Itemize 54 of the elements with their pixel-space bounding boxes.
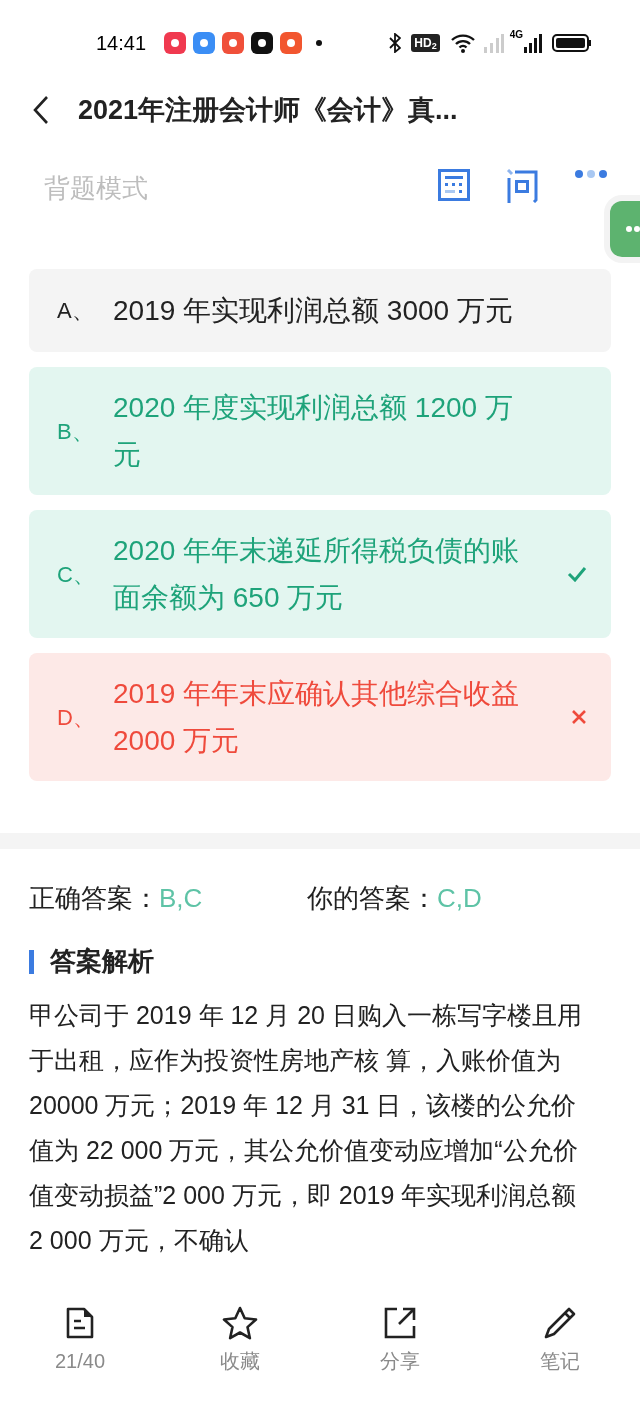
document-icon xyxy=(65,1306,95,1340)
bluetooth-icon xyxy=(389,32,402,53)
your-answer-value: C,D xyxy=(437,882,482,915)
your-answer-label: 你的答案： xyxy=(307,882,437,915)
signal-icon xyxy=(524,32,542,53)
app-icon xyxy=(251,31,274,54)
more-button[interactable] xyxy=(574,169,608,179)
battery-icon xyxy=(552,32,592,53)
calculator-button[interactable] xyxy=(438,169,470,201)
answer-option[interactable]: B、 2020 年度实现利润总额 1200 万元 xyxy=(29,367,611,495)
ask-icon xyxy=(506,169,538,203)
option-text: 2019 年年末应确认其他综合收益 2000 万元 xyxy=(113,677,521,758)
calculator-icon xyxy=(438,169,470,201)
check-icon xyxy=(567,566,587,582)
mode-label: 背题模式 xyxy=(44,172,148,205)
section-heading: 答案解析 xyxy=(50,945,154,978)
ask-button[interactable] xyxy=(506,169,538,203)
notification-dot-icon xyxy=(316,39,323,46)
wifi-icon xyxy=(449,32,476,53)
option-letter: B、 xyxy=(57,417,95,446)
bottom-tab[interactable]: 分享 xyxy=(320,1306,480,1386)
app-icon xyxy=(164,31,187,54)
option-text: 2020 年年末递延所得税负债的账面余额为 650 万元 xyxy=(113,534,521,615)
signal-icon xyxy=(481,32,504,53)
option-letter: A、 xyxy=(57,297,95,325)
back-button[interactable] xyxy=(32,95,50,125)
app-icon xyxy=(280,31,303,54)
bottom-tab[interactable]: 21/40 xyxy=(0,1306,160,1386)
network-type: 4G xyxy=(509,30,523,40)
page-title: 2021年注册会计师《会计》真... xyxy=(78,93,458,127)
bottom-tab[interactable]: 收藏 xyxy=(160,1306,320,1386)
answer-option[interactable]: A、 2019 年实现利润总额 3000 万元 xyxy=(29,269,611,352)
answer-option[interactable]: C、 2020 年年末递延所得税负债的账面余额为 650 万元 xyxy=(29,510,611,638)
option-letter: D、 xyxy=(57,703,96,732)
correct-answer-value: B,C xyxy=(159,882,204,915)
share-icon xyxy=(383,1306,417,1340)
answer-option[interactable]: D、 2019 年年末应确认其他综合收益 2000 万元 xyxy=(29,653,611,781)
accent-bar xyxy=(29,949,34,974)
back-icon xyxy=(32,95,50,125)
more-icon xyxy=(574,169,608,179)
option-text: 2020 年度实现利润总额 1200 万元 xyxy=(113,391,514,472)
bottom-tab[interactable]: 笔记 xyxy=(480,1306,640,1386)
pencil-icon xyxy=(543,1306,577,1340)
app-icon xyxy=(222,31,245,54)
option-text: 2019 年实现利润总额 3000 万元 xyxy=(113,294,514,328)
analysis-text: 甲公司于 2019 年 12 月 20 日购入一栋写字楼且用于出租，应作为投资性房地产核 算，入账价值为 20000 万元；2019 年 12 月 31 日，该楼的公允价值为 22 000 万元，其公允价值变动应增加“公允价值变动损益”2 000 万元，即 2019 年实现利润总额 2 000 万元，不确认 xyxy=(29,1000,583,1256)
correct-answer-label: 正确答案： xyxy=(29,882,159,915)
cross-icon xyxy=(571,709,587,725)
app-icon xyxy=(193,31,216,54)
hd-indicator: HD$_{2}$ xyxy=(411,33,440,52)
star-icon xyxy=(222,1306,258,1340)
status-time: 14:41 xyxy=(96,30,147,56)
dots-icon xyxy=(626,226,640,232)
option-letter: C、 xyxy=(57,560,96,589)
